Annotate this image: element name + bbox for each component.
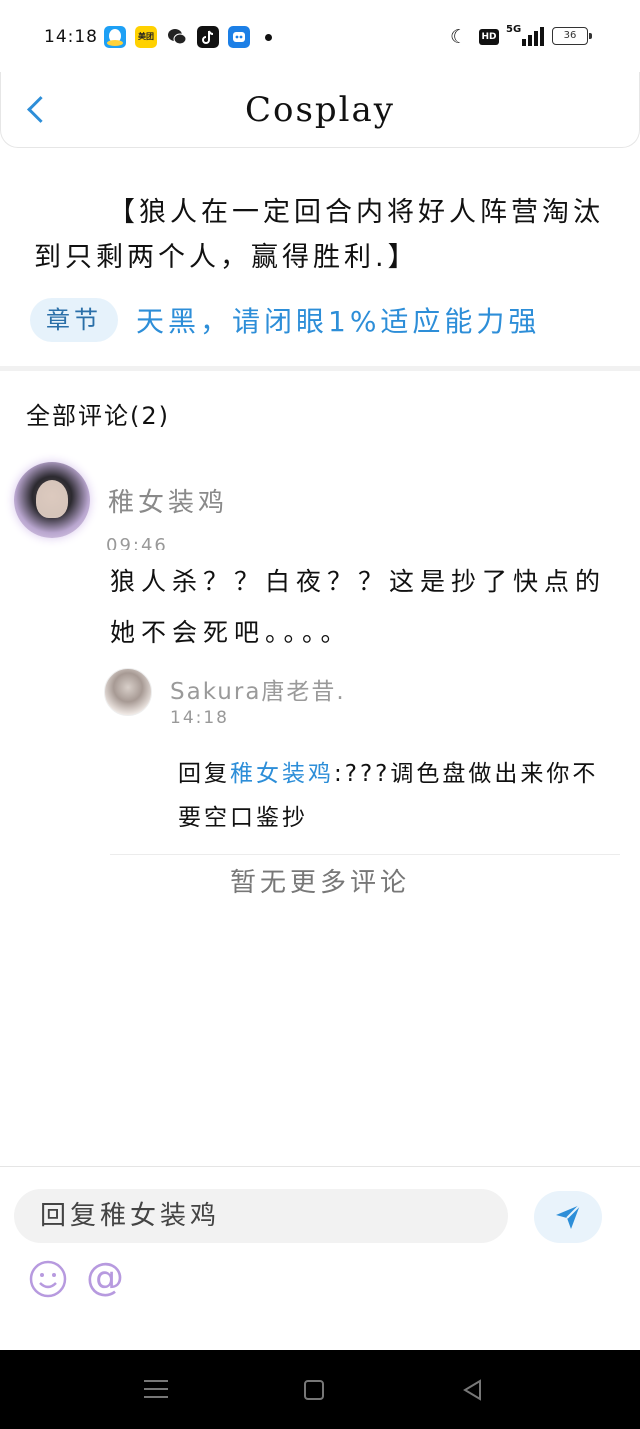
comment-text[interactable]: 狼人杀？？白夜？？这是抄了快点的她不会死吧。。。。: [110, 556, 622, 658]
home-icon[interactable]: [304, 1380, 324, 1400]
meituan-icon: 美团: [135, 26, 157, 48]
reply-avatar[interactable]: [104, 668, 152, 716]
section-divider: [0, 366, 640, 371]
system-nav-bar: [0, 1350, 640, 1429]
tiktok-icon: [197, 26, 219, 48]
page-title: Cosplay: [244, 90, 396, 130]
chapter-tag: 章节: [30, 298, 118, 342]
reply-text[interactable]: 回复稚女装鸡:???调色盘做出来你不要空口鉴抄: [178, 752, 624, 840]
smiley-icon[interactable]: [28, 1259, 68, 1299]
reply-bar: @: [0, 1166, 640, 1350]
wechat-icon: [166, 26, 188, 48]
comment-divider: [110, 854, 620, 855]
comments-header: 全部评论(2): [26, 402, 170, 430]
network-label: 5G: [506, 24, 522, 35]
back-triangle-icon[interactable]: [460, 1377, 486, 1403]
reply-input[interactable]: [14, 1189, 508, 1243]
status-bar: 14:18 美团 ☾ HD 5G 36: [0, 0, 640, 72]
menu-icon[interactable]: [144, 1378, 168, 1400]
notification-dot: [265, 34, 272, 41]
hd-icon: HD: [479, 29, 499, 45]
chapter-link[interactable]: 天黑，请闭眼1%适应能力强: [136, 300, 540, 340]
comment-author[interactable]: 稚女装鸡: [108, 482, 228, 519]
status-time: 14:18: [44, 27, 98, 47]
reply-prefix: 回复: [178, 761, 230, 787]
reply-author[interactable]: Sakura唐老昔.: [170, 672, 346, 706]
battery-icon: 36: [552, 27, 592, 45]
reply-mention[interactable]: 稚女装鸡: [230, 761, 334, 787]
no-more-comments: 暂无更多评论: [229, 868, 410, 898]
app-icon: [228, 26, 250, 48]
send-icon: [556, 1204, 581, 1229]
at-icon[interactable]: @: [86, 1257, 124, 1297]
qq-icon: [104, 26, 126, 48]
signal-icon: 5G: [506, 24, 544, 46]
header: Cosplay: [0, 72, 640, 148]
comment-time: 09:46: [106, 535, 168, 550]
chapter-intro: 【狼人在一定回合内将好人阵营淘汰到只剩两个人，赢得胜利.】: [34, 197, 604, 273]
moon-icon: ☾: [450, 26, 468, 48]
avatar[interactable]: [14, 462, 90, 538]
send-button[interactable]: [534, 1191, 602, 1243]
reply-time: 14:18: [170, 708, 229, 728]
